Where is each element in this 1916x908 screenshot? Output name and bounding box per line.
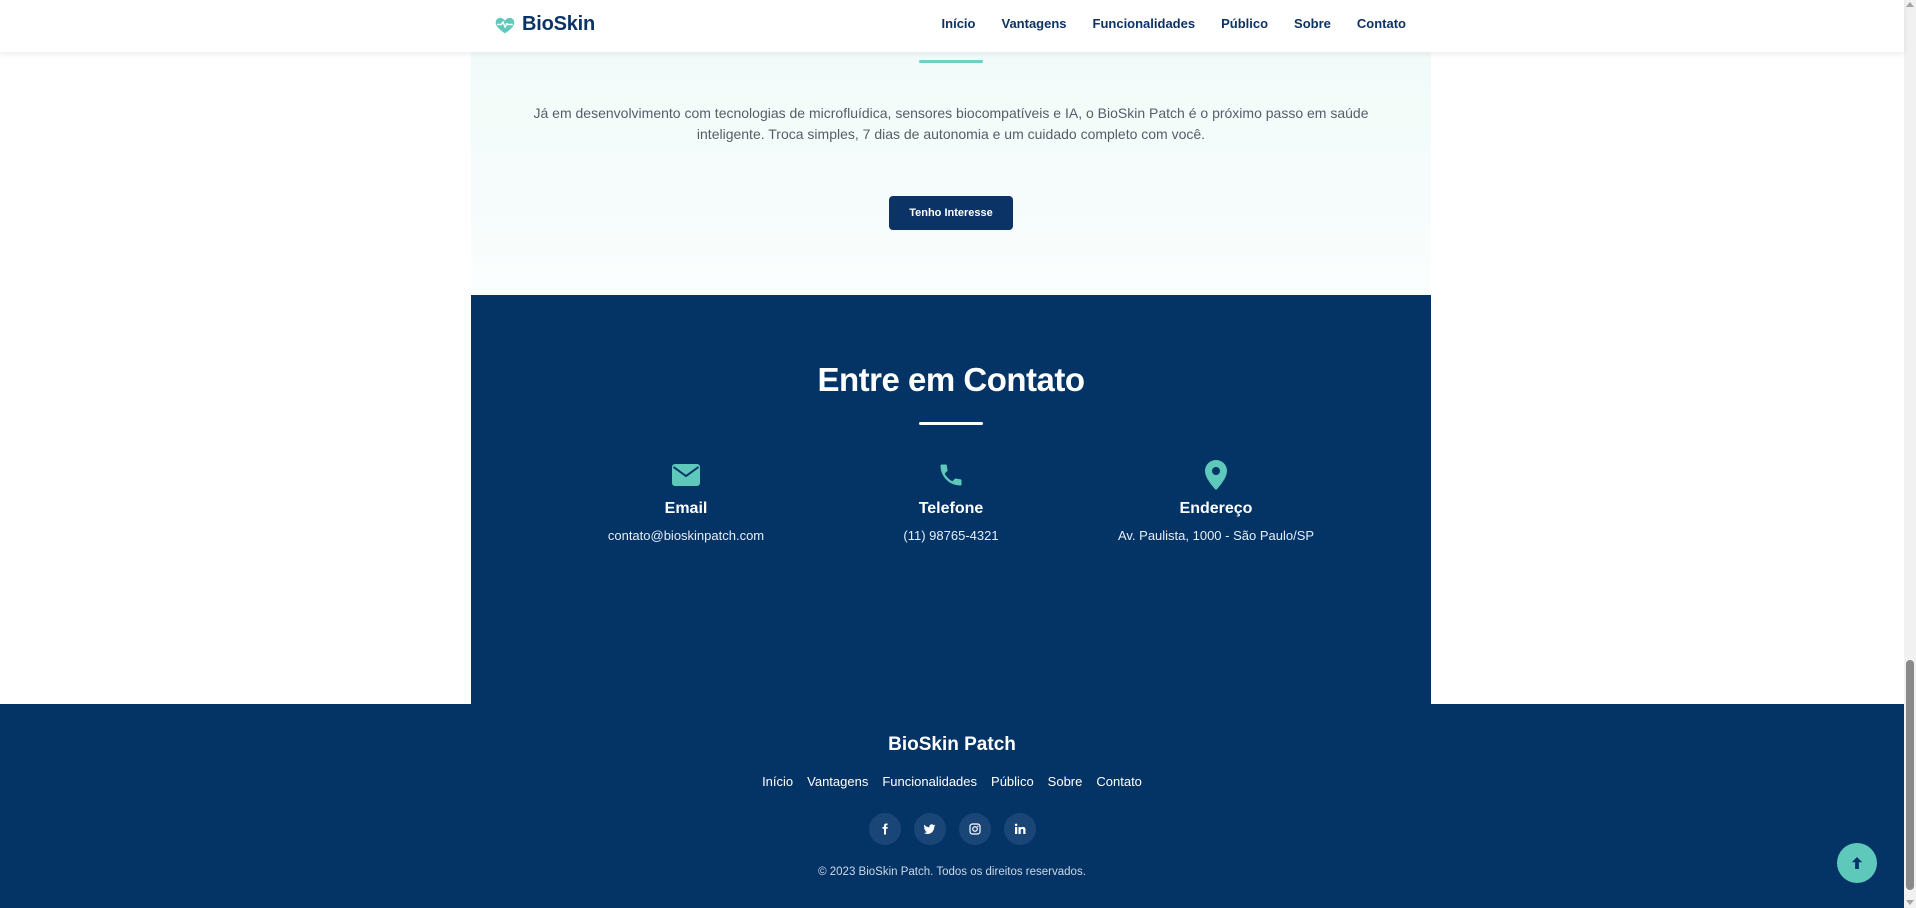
footer-nav-publico[interactable]: Público — [991, 774, 1034, 789]
contact-address-title: Endereço — [1179, 500, 1253, 517]
footer-nav-contato[interactable]: Contato — [1096, 774, 1142, 789]
footer-brand: BioSkin Patch — [888, 734, 1016, 755]
site-footer: BioSkin Patch Início Vantagens Funcional… — [0, 704, 1904, 908]
intro-paragraph: Já em desenvolvimento com tecnologias de… — [533, 105, 1369, 142]
footer-nav-funcionalidades[interactable]: Funcionalidades — [882, 774, 977, 789]
contact-address-value: Av. Paulista, 1000 - São Paulo/SP — [1117, 528, 1315, 543]
scrollbar-thumb[interactable] — [1906, 660, 1914, 890]
contact-phone-value[interactable]: (11) 98765-4321 — [811, 528, 1091, 543]
arrow-up-icon — [1851, 857, 1863, 869]
section-divider — [919, 60, 983, 63]
copyright: © 2023 BioSkin Patch. Todos os direitos … — [818, 866, 1086, 878]
nav-publico[interactable]: Público — [1221, 16, 1268, 31]
brand-name: BioSkin — [522, 13, 596, 35]
nav-contato[interactable]: Contato — [1357, 16, 1406, 31]
nav-sobre[interactable]: Sobre — [1294, 16, 1331, 31]
contact-section: Entre em Contato Email contato@bioskinpa… — [471, 295, 1431, 704]
facebook-icon[interactable] — [868, 813, 901, 845]
contact-divider — [919, 422, 983, 425]
instagram-icon[interactable] — [958, 813, 991, 845]
twitter-icon[interactable] — [913, 813, 946, 845]
main-nav: Início Vantagens Funcionalidades Público… — [942, 16, 1406, 31]
site-header: BioSkin Início Vantagens Funcionalidades… — [0, 0, 1904, 52]
map-pin-icon — [1201, 460, 1231, 490]
footer-nav: Início Vantagens Funcionalidades Público… — [0, 774, 1904, 789]
footer-nav-inicio[interactable]: Início — [762, 774, 793, 789]
contact-email-value[interactable]: contato@bioskinpatch.com — [546, 528, 826, 543]
envelope-icon — [671, 460, 701, 490]
footer-nav-sobre[interactable]: Sobre — [1048, 774, 1083, 789]
interest-button[interactable]: Tenho Interesse — [889, 196, 1013, 230]
nav-inicio[interactable]: Início — [942, 16, 976, 31]
contact-email-title: Email — [664, 500, 708, 517]
contact-phone: Telefone (11) 98765-4321 — [811, 460, 1091, 543]
scroll-up-arrow-icon[interactable] — [1906, 2, 1914, 7]
scroll-down-arrow-icon[interactable] — [1906, 900, 1914, 905]
linkedin-icon[interactable] — [1003, 813, 1036, 845]
social-links — [0, 813, 1904, 845]
contact-address: Endereço Av. Paulista, 1000 - São Paulo/… — [1076, 460, 1356, 543]
nav-funcionalidades[interactable]: Funcionalidades — [1093, 16, 1196, 31]
contact-email: Email contato@bioskinpatch.com — [546, 460, 826, 543]
page-scrollbar[interactable] — [1904, 0, 1916, 908]
contact-phone-title: Telefone — [918, 500, 984, 517]
back-to-top-button[interactable] — [1837, 843, 1877, 883]
nav-vantagens[interactable]: Vantagens — [1001, 16, 1066, 31]
contact-title: Entre em Contato — [817, 361, 1085, 398]
footer-nav-vantagens[interactable]: Vantagens — [807, 774, 868, 789]
phone-icon — [936, 460, 966, 490]
logo[interactable]: BioSkin — [494, 13, 595, 36]
heart-pulse-icon — [494, 14, 516, 36]
